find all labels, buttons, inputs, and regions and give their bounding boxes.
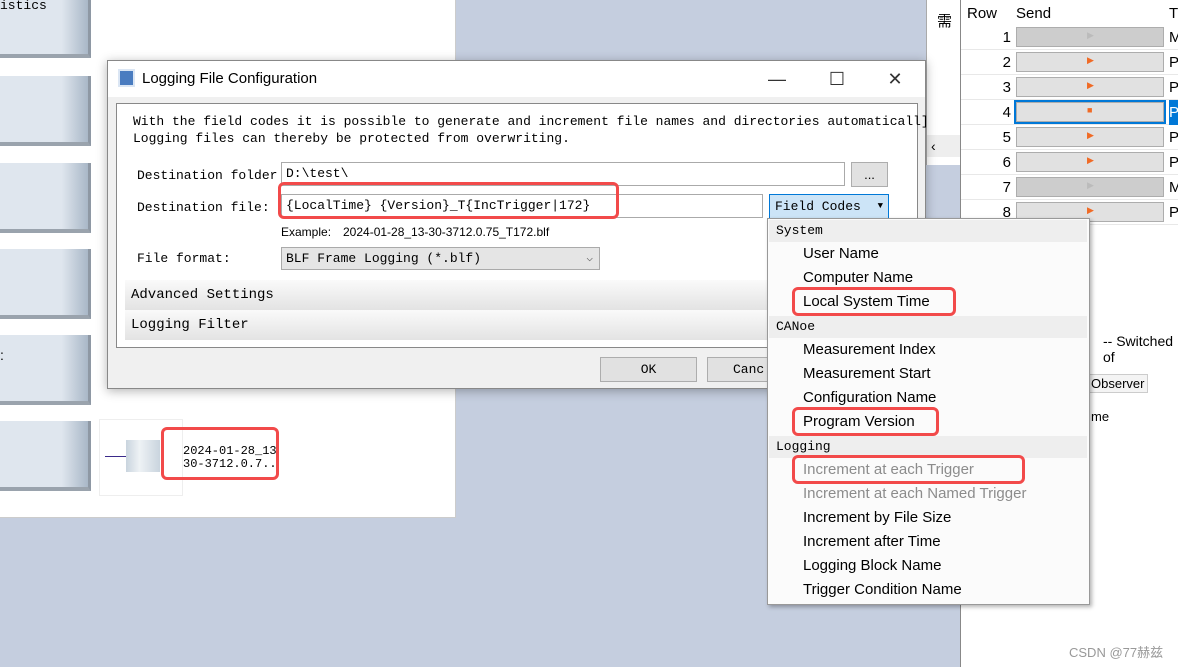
- description: With the field codes it is possible to g…: [133, 114, 929, 146]
- tile-button[interactable]: [0, 421, 91, 491]
- example-value: 2024-01-28_13-30-3712.0.75_T172.blf: [343, 225, 550, 239]
- title-bar: Logging File Configuration — ☐ ✕: [108, 61, 925, 97]
- browse-button[interactable]: ...: [851, 162, 888, 187]
- dropdown-arrow-icon: ▼: [877, 201, 883, 211]
- scroll-left-icon[interactable]: ‹: [927, 135, 961, 157]
- table-row[interactable]: 6 ▶ P: [961, 150, 1178, 175]
- file-icon: [126, 440, 160, 472]
- chevron-down-icon: ⌵: [586, 253, 593, 265]
- menu-item[interactable]: Increment after Time: [803, 530, 941, 554]
- tile-button[interactable]: [0, 249, 91, 319]
- send-button[interactable]: ▶: [1016, 152, 1164, 172]
- table-row[interactable]: 4 ■ P: [961, 100, 1178, 125]
- advanced-settings-section[interactable]: Advanced Settings: [125, 280, 775, 310]
- play-icon: ▶: [1087, 205, 1094, 215]
- table-row[interactable]: 3 ▶ P: [961, 75, 1178, 100]
- menu-item[interactable]: Measurement Start: [803, 362, 931, 386]
- tile-button[interactable]: istics: [0, 0, 91, 58]
- play-icon: ▶: [1087, 30, 1094, 40]
- play-icon: ▶: [1087, 80, 1094, 90]
- send-button[interactable]: ■: [1014, 100, 1166, 124]
- play-icon: ▶: [1087, 180, 1094, 190]
- table-row[interactable]: 5 ▶ P: [961, 125, 1178, 150]
- tile-button[interactable]: [0, 76, 91, 146]
- highlight-box: [792, 455, 1025, 484]
- field-codes-menu: System User Name Computer Name Local System…: [767, 218, 1090, 605]
- menu-group-header: System: [769, 220, 1087, 242]
- highlight-box: [161, 427, 279, 480]
- highlight-box: [278, 182, 619, 219]
- minimize-icon[interactable]: —: [754, 61, 800, 97]
- menu-item[interactable]: Measurement Index: [803, 338, 936, 362]
- tile-button[interactable]: [0, 163, 91, 233]
- watermark: CSDN @77赫兹: [1069, 645, 1164, 660]
- menu-group-header: CANoe: [769, 316, 1087, 338]
- highlight-box: [792, 287, 957, 316]
- stop-icon: ■: [1087, 105, 1093, 115]
- send-button[interactable]: ▶: [1016, 52, 1164, 72]
- menu-item[interactable]: Logging Block Name: [803, 554, 941, 578]
- menu-item[interactable]: Trigger Condition Name: [803, 578, 962, 602]
- ok-button[interactable]: OK: [600, 357, 697, 382]
- file-format-select[interactable]: BLF Frame Logging (*.blf) ⌵: [281, 247, 600, 270]
- logging-filter-section[interactable]: Logging Filter: [125, 310, 775, 340]
- play-icon: ▶: [1087, 130, 1094, 140]
- send-button[interactable]: ▶: [1016, 177, 1164, 197]
- field-codes-button[interactable]: Field Codes ▼: [769, 194, 889, 219]
- maximize-icon[interactable]: ☐: [814, 61, 860, 97]
- highlight-box: [792, 407, 939, 436]
- dialog-title: Logging File Configuration: [142, 70, 318, 87]
- close-icon[interactable]: ✕: [872, 61, 918, 97]
- table-row[interactable]: 1 ▶ M: [961, 25, 1178, 50]
- menu-item[interactable]: User Name: [803, 242, 879, 266]
- table-row[interactable]: 2 ▶ P: [961, 50, 1178, 75]
- example-label: Example:: [281, 225, 332, 239]
- play-icon: ▶: [1087, 55, 1094, 65]
- play-icon: ▶: [1087, 155, 1094, 165]
- send-button[interactable]: ▶: [1016, 127, 1164, 147]
- table-row[interactable]: 7 ▶ M: [961, 175, 1178, 200]
- menu-item: Increment at each Named Trigger: [803, 485, 1027, 502]
- send-button[interactable]: ▶: [1016, 77, 1164, 97]
- middle-window: 需 ‹: [926, 0, 961, 165]
- send-button[interactable]: ▶: [1016, 27, 1164, 47]
- menu-item[interactable]: Increment by File Size: [803, 506, 951, 530]
- dialog-icon: [118, 69, 135, 87]
- arrow-icon: [105, 456, 127, 457]
- tile-button[interactable]: :: [0, 335, 91, 405]
- tab-observer[interactable]: Observer: [1087, 374, 1149, 393]
